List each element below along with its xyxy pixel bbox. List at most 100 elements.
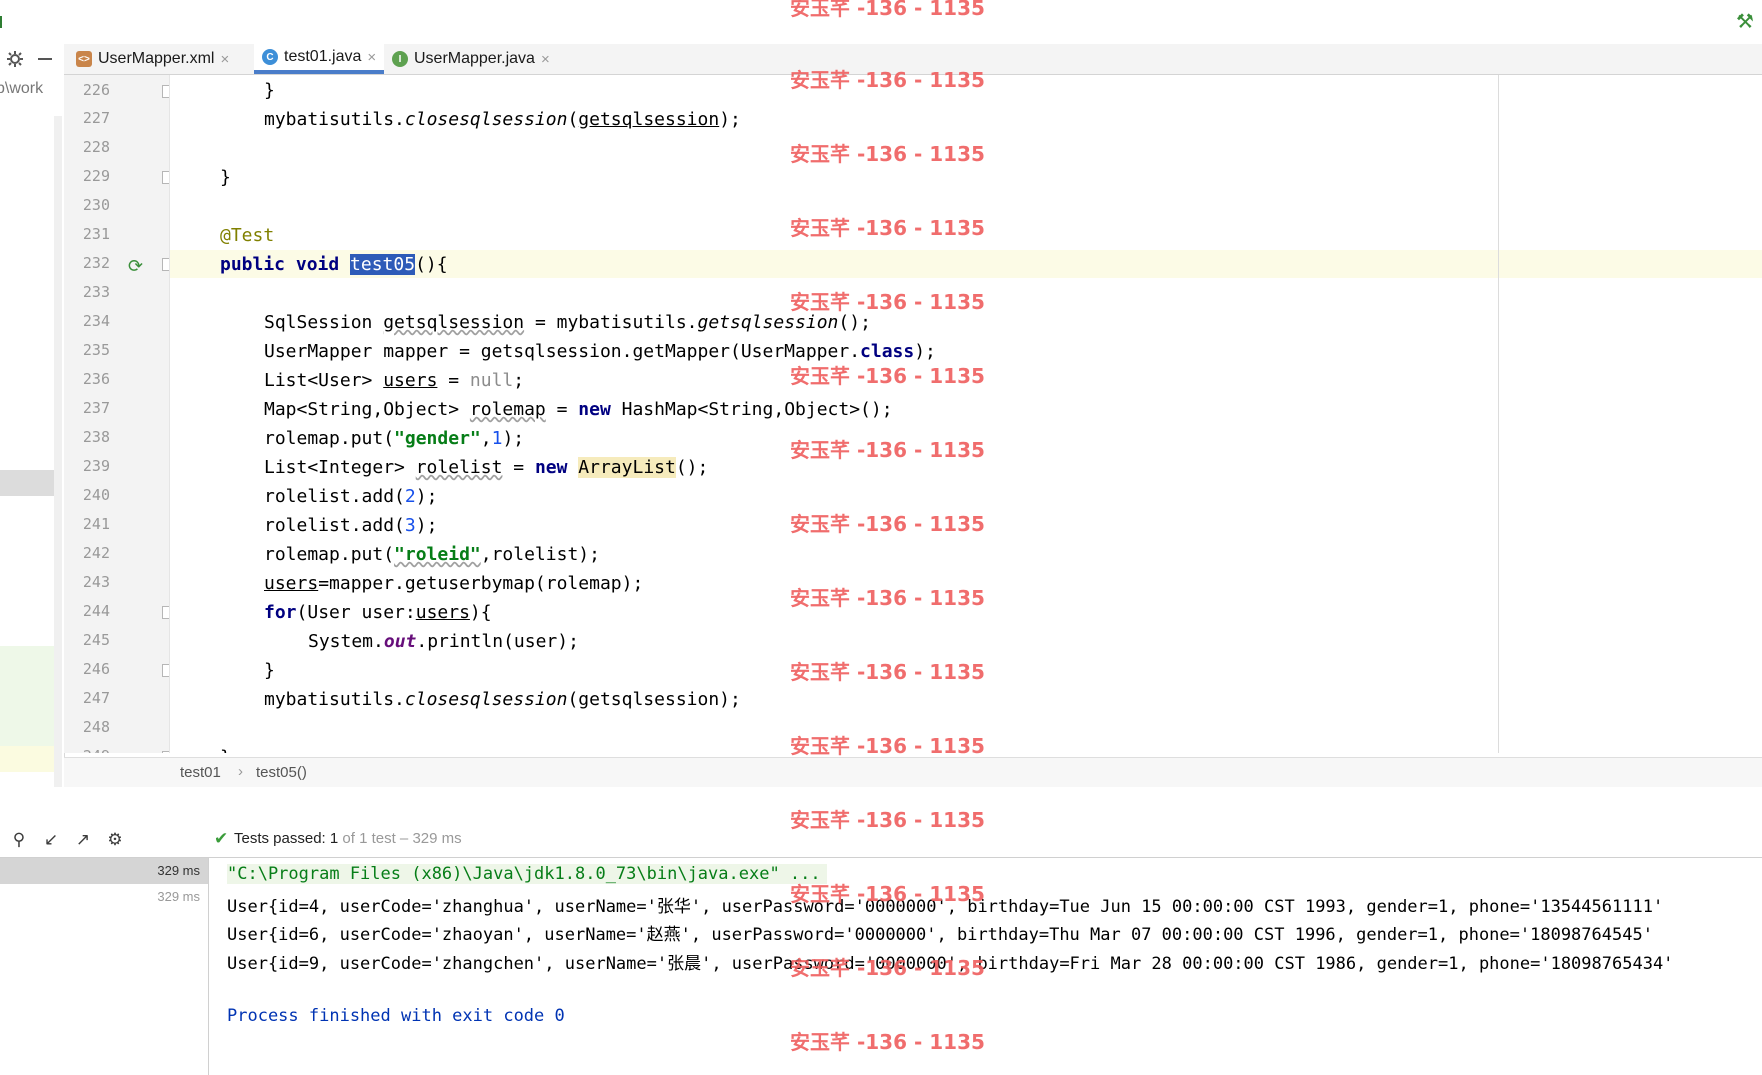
line-number: 234 bbox=[82, 312, 110, 330]
tab-usermapper-xml[interactable]: <> UserMapper.xml × bbox=[76, 44, 229, 74]
console-line: Process finished with exit code 0 bbox=[227, 1006, 565, 1026]
breadcrumb-method[interactable]: test05() bbox=[256, 764, 307, 781]
tab-test01-java[interactable]: C test01.java × bbox=[254, 44, 385, 74]
test-duration: 329 ms bbox=[157, 863, 200, 878]
gear-icon[interactable] bbox=[6, 50, 24, 68]
code-editor[interactable]: } mybatisutils.closesqlsession(getsqlses… bbox=[170, 75, 1762, 753]
watermark: 安玉芊 -136 - 1135 bbox=[790, 364, 985, 388]
code-line-241: rolelist.add(3); bbox=[264, 515, 438, 536]
line-number: 241 bbox=[82, 515, 110, 533]
close-icon[interactable]: × bbox=[367, 49, 376, 66]
code-line-246: } bbox=[264, 660, 275, 681]
code-line-231: @Test bbox=[220, 225, 275, 246]
test-results-tree[interactable]: 329 ms 329 ms bbox=[0, 857, 209, 1075]
watermark: 安玉芊 -136 - 1135 bbox=[790, 142, 985, 166]
test-status: Tests passed: 1 of 1 test – 329 ms bbox=[234, 830, 462, 847]
watermark: 安玉芊 -136 - 1135 bbox=[790, 512, 985, 536]
watermark: 安玉芊 -136 - 1135 bbox=[790, 734, 985, 758]
tab-label: test01.java bbox=[284, 48, 362, 65]
line-number: 230 bbox=[82, 196, 110, 214]
tab-label: UserMapper.xml bbox=[98, 50, 215, 67]
fold-marker-icon[interactable] bbox=[162, 664, 169, 677]
line-number: 226 bbox=[82, 81, 110, 99]
watermark: 安玉芊 -136 - 1135 bbox=[790, 290, 985, 314]
code-line-226: } bbox=[264, 80, 275, 101]
project-tool-panel: p\work bbox=[0, 44, 65, 792]
test-result-row[interactable]: 329 ms bbox=[0, 884, 208, 910]
xml-file-icon: <> bbox=[76, 51, 92, 67]
code-line-234: SqlSession getsqlsession = mybatisutils.… bbox=[264, 312, 871, 333]
line-number: 231 bbox=[82, 225, 110, 243]
test-result-row[interactable]: 329 ms bbox=[0, 858, 208, 884]
code-line-242: rolemap.put("roleid",rolelist); bbox=[264, 544, 600, 565]
watermark: 安玉芊 -136 - 1135 bbox=[790, 68, 985, 92]
code-line-237: Map<String,Object> rolemap = new HashMap… bbox=[264, 399, 893, 420]
breadcrumb: test01 › test05() bbox=[64, 757, 1762, 788]
code-line-244: for(User user:users){ bbox=[264, 602, 492, 623]
expand-all-icon[interactable]: ↗ bbox=[74, 831, 92, 849]
tab-usermapper-java[interactable]: I UserMapper.java × bbox=[392, 44, 550, 74]
line-number: 247 bbox=[82, 689, 110, 707]
watermark: 安玉芊 -136 - 1135 bbox=[790, 586, 985, 610]
line-number: 246 bbox=[82, 660, 110, 678]
code-line-243: users=mapper.getuserbymap(rolemap); bbox=[264, 573, 644, 594]
line-number: 229 bbox=[82, 167, 110, 185]
project-scrollbar[interactable] bbox=[54, 116, 62, 792]
code-line-247: mybatisutils.closesqlsession(getsqlsessi… bbox=[264, 689, 741, 710]
watermark: 安玉芊 -136 - 1135 bbox=[790, 0, 985, 20]
line-number: 245 bbox=[82, 631, 110, 649]
line-number: 242 bbox=[82, 544, 110, 562]
close-icon[interactable]: × bbox=[220, 51, 229, 68]
minimize-icon[interactable] bbox=[38, 58, 52, 60]
test-duration: 329 ms bbox=[157, 889, 200, 904]
line-number: 228 bbox=[82, 138, 110, 156]
fold-marker-icon[interactable] bbox=[162, 171, 169, 184]
run-test-icon[interactable]: ⟳ bbox=[128, 256, 143, 277]
code-line-236: List<User> users = null; bbox=[264, 370, 525, 391]
line-number: 248 bbox=[82, 718, 110, 736]
project-modified-row bbox=[0, 746, 54, 772]
line-number: 233 bbox=[82, 283, 110, 301]
console-line: "C:\Program Files (x86)\Java\jdk1.8.0_73… bbox=[227, 864, 827, 884]
watermark: 安玉芊 -136 - 1135 bbox=[790, 1030, 985, 1054]
watermark: 安玉芊 -136 - 1135 bbox=[790, 808, 985, 832]
fold-marker-icon[interactable] bbox=[162, 85, 169, 98]
code-line-240: rolelist.add(2); bbox=[264, 486, 438, 507]
watermark: 安玉芊 -136 - 1135 bbox=[790, 216, 985, 240]
line-number: 232 bbox=[82, 254, 110, 272]
java-interface-icon: I bbox=[392, 51, 408, 67]
zoom-icon[interactable]: ⚲ bbox=[10, 831, 28, 849]
build-hammer-icon[interactable]: ⚒ bbox=[1734, 10, 1756, 32]
fold-marker-icon[interactable] bbox=[162, 258, 169, 271]
fold-marker-icon[interactable] bbox=[162, 751, 169, 753]
console-line: User{id=6, userCode='zhaoyan', userName=… bbox=[227, 925, 1653, 945]
project-changed-region bbox=[0, 646, 54, 760]
fold-marker-icon[interactable] bbox=[162, 606, 169, 619]
project-selected-row[interactable] bbox=[0, 470, 54, 496]
line-number: 249 bbox=[70, 747, 110, 753]
collapse-all-icon[interactable]: ↙ bbox=[42, 831, 60, 849]
breadcrumb-class[interactable]: test01 bbox=[180, 764, 221, 781]
watermark: 安玉芊 -136 - 1135 bbox=[790, 438, 985, 462]
code-line-229: } bbox=[220, 167, 231, 188]
close-icon[interactable]: × bbox=[541, 51, 550, 68]
window-edge-marker bbox=[0, 16, 2, 28]
check-icon: ✔ bbox=[214, 829, 229, 849]
watermark: 安玉芊 -136 - 1135 bbox=[790, 660, 985, 684]
code-line-239: List<Integer> rolelist = new ArrayList()… bbox=[264, 457, 709, 478]
right-margin-guide bbox=[1498, 75, 1499, 753]
java-class-icon: C bbox=[262, 49, 278, 65]
line-number: 239 bbox=[82, 457, 110, 475]
code-line-232: public void test05(){ bbox=[220, 254, 448, 275]
line-number: 227 bbox=[82, 109, 110, 127]
project-path-text: p\work bbox=[0, 80, 44, 97]
settings-gear-icon[interactable]: ⚙ bbox=[106, 831, 124, 849]
console-output[interactable]: "C:\Program Files (x86)\Java\jdk1.8.0_73… bbox=[209, 857, 1762, 1075]
line-number: 235 bbox=[82, 341, 110, 359]
line-number: 236 bbox=[82, 370, 110, 388]
line-number: 237 bbox=[82, 399, 110, 417]
editor-gutter[interactable]: 226 227 228 229 230 231 232 233 234 235 … bbox=[64, 75, 169, 753]
line-number: 238 bbox=[82, 428, 110, 446]
tab-label: UserMapper.java bbox=[414, 50, 535, 67]
line-number: 240 bbox=[82, 486, 110, 504]
